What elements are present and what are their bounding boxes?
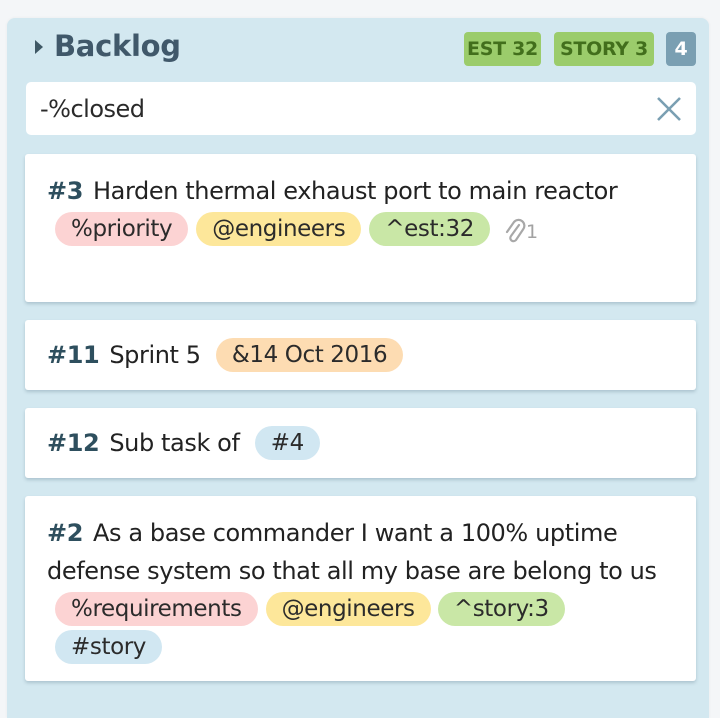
label-tag[interactable]: %priority	[55, 212, 189, 246]
issue-title: Sub task of	[109, 429, 240, 457]
label-tag[interactable]: %requirements	[55, 592, 258, 626]
estimate-tag[interactable]: ^est:32	[369, 212, 490, 246]
backlog-list-panel: Backlog EST 32 STORY 3 4 #3 Harden therma…	[7, 18, 709, 718]
estimate-badge: EST 32	[464, 32, 541, 66]
close-icon[interactable]	[656, 96, 682, 122]
issue-number[interactable]: #11	[47, 341, 100, 369]
attachment-count-label: 1	[525, 221, 538, 243]
story-badge: STORY 3	[554, 32, 654, 66]
issue-card[interactable]: #11 Sprint 5 &14 Oct 2016	[25, 320, 696, 390]
filter-input[interactable]	[40, 82, 640, 135]
issue-title: Sprint 5	[109, 341, 201, 369]
list-header: Backlog EST 32 STORY 3 4	[7, 18, 709, 80]
assignee-tag[interactable]: @engineers	[196, 212, 362, 246]
filter-field	[26, 82, 696, 135]
issue-number[interactable]: #2	[47, 519, 83, 547]
hashtag-tag[interactable]: #story	[55, 630, 163, 664]
issue-card[interactable]: #2 As a base commander I want a 100% upti…	[25, 496, 696, 681]
parent-issue-tag[interactable]: #4	[254, 426, 320, 460]
issue-title: As a base commander I want a 100% uptime…	[47, 519, 657, 585]
due-date-tag[interactable]: &14 Oct 2016	[215, 338, 404, 372]
issue-number[interactable]: #12	[47, 429, 100, 457]
issue-number[interactable]: #3	[47, 177, 83, 205]
list-title: Backlog	[54, 29, 181, 63]
issue-card[interactable]: #3 Harden thermal exhaust port to main re…	[25, 154, 696, 302]
issue-title: Harden thermal exhaust port to main reac…	[93, 177, 618, 205]
issue-card[interactable]: #12 Sub task of #4	[25, 408, 696, 478]
attachment-count[interactable]: 1	[504, 213, 538, 251]
assignee-tag[interactable]: @engineers	[265, 592, 431, 626]
issue-count-badge: 4	[666, 32, 696, 66]
collapse-toggle-icon[interactable]	[35, 40, 43, 54]
paperclip-icon	[504, 218, 526, 243]
story-points-tag[interactable]: ^story:3	[437, 592, 565, 626]
